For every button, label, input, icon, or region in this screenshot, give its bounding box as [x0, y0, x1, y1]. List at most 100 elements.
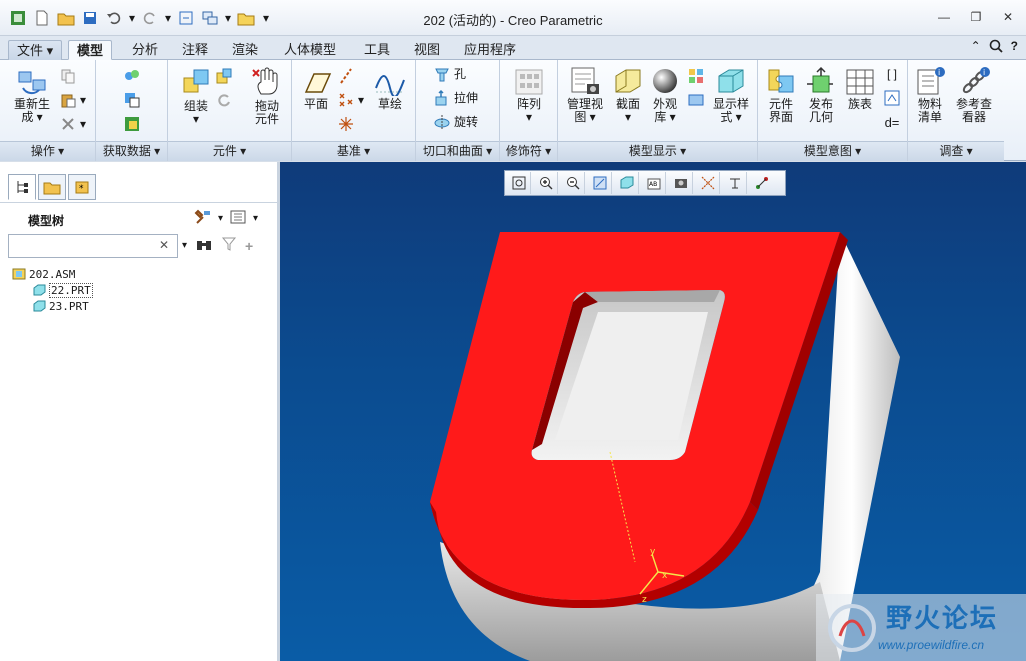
- tree-search-input[interactable]: [9, 235, 149, 257]
- search-help-icon[interactable]: [989, 39, 1003, 56]
- hole-label[interactable]: 孔: [454, 64, 466, 84]
- group-label-modifiers[interactable]: 修饰符 ▾: [500, 141, 557, 161]
- scene-icon[interactable]: [686, 90, 706, 110]
- model-tree-tab-icon[interactable]: [8, 174, 36, 200]
- svg-text:x: x: [662, 571, 668, 581]
- datum-display-filters-icon[interactable]: [696, 172, 720, 194]
- clear-search-icon[interactable]: ✕: [159, 238, 169, 252]
- minimize-icon[interactable]: —: [934, 8, 954, 26]
- component-interface-button[interactable]: 元件 界面: [762, 66, 800, 124]
- display-style-cube-icon: [718, 69, 744, 93]
- favorites-tab-icon[interactable]: *: [68, 174, 96, 200]
- display-style-icon[interactable]: [615, 172, 639, 194]
- paste-dropdown-icon[interactable]: ▾: [78, 90, 88, 110]
- family-table-icon: [846, 69, 874, 95]
- filter-icon[interactable]: [221, 236, 237, 255]
- group-label-operations[interactable]: 操作 ▾: [0, 141, 95, 161]
- group-label-datum[interactable]: 基准 ▾: [292, 141, 415, 161]
- svg-text:y: y: [650, 547, 656, 557]
- tab-analysis[interactable]: 分析: [124, 40, 166, 60]
- graphics-viewport[interactable]: x z y AB 野火论坛 www.proewildfire.cn: [280, 162, 1026, 661]
- family-table-button[interactable]: 族表: [842, 68, 878, 111]
- group-label-investigate[interactable]: 调查 ▾: [908, 141, 1004, 161]
- close-icon[interactable]: ✕: [998, 8, 1018, 26]
- show-dropdown-icon[interactable]: ▾: [253, 213, 258, 224]
- delete-dropdown-icon[interactable]: ▾: [78, 114, 88, 134]
- tab-file[interactable]: 文件 ▾: [8, 40, 63, 60]
- plane-button[interactable]: 平面: [296, 68, 336, 111]
- group-label-component[interactable]: 元件 ▾: [168, 141, 291, 161]
- tree-item-part[interactable]: 23.PRT: [12, 298, 93, 314]
- display-style-button[interactable]: 显示样式 ▾: [708, 66, 754, 124]
- paste-icon[interactable]: [58, 90, 78, 110]
- model-3d-view[interactable]: x z y: [280, 162, 1026, 661]
- delete-icon[interactable]: [58, 114, 78, 134]
- datum-point-icon[interactable]: [336, 90, 356, 110]
- tab-render[interactable]: 渲染: [224, 40, 266, 60]
- datum-axis-icon[interactable]: [336, 66, 356, 86]
- binoculars-search-icon[interactable]: [195, 236, 213, 255]
- section-button[interactable]: 截面 ▾: [608, 66, 648, 124]
- saved-orientations-icon[interactable]: AB: [642, 172, 666, 194]
- spin-center-icon[interactable]: [723, 172, 747, 194]
- tab-model[interactable]: 模型: [68, 40, 113, 60]
- add-icon[interactable]: +: [245, 238, 253, 254]
- appearance-sphere-icon: [653, 69, 677, 93]
- coordinate-system-icon[interactable]: [336, 114, 356, 134]
- relations-icon[interactable]: [ ]: [882, 64, 902, 84]
- copy-geometry-icon[interactable]: [122, 90, 142, 110]
- collapse-ribbon-icon[interactable]: ⌃: [971, 39, 981, 56]
- group-label-model-intent[interactable]: 模型意图 ▾: [758, 141, 907, 161]
- sketch-button[interactable]: 草绘: [370, 68, 410, 111]
- group-label-cut-surface[interactable]: 切口和曲面 ▾: [416, 141, 499, 161]
- group-cut-surface: 孔 拉伸 旋转 切口和曲面 ▾: [416, 60, 500, 161]
- revolve-icon[interactable]: [432, 112, 452, 132]
- tab-apps[interactable]: 应用程序: [456, 40, 524, 60]
- manage-views-button[interactable]: 管理视图 ▾: [562, 66, 608, 124]
- tree-item-asm[interactable]: 202.ASM: [12, 266, 93, 282]
- search-dropdown-icon[interactable]: ▾: [182, 240, 187, 251]
- publish-geometry-button[interactable]: 发布 几何: [802, 66, 840, 124]
- restore-icon[interactable]: ❐: [966, 8, 986, 26]
- repeat-icon[interactable]: [214, 90, 234, 110]
- tree-settings-icon[interactable]: [194, 209, 212, 228]
- pattern-button[interactable]: 阵列 ▾: [508, 68, 550, 124]
- switch-dimensions-icon[interactable]: d=: [882, 112, 902, 132]
- user-defined-feature-icon[interactable]: [122, 66, 142, 86]
- extrude-icon[interactable]: [432, 88, 452, 108]
- show-columns-icon[interactable]: [229, 209, 247, 228]
- zoom-in-icon[interactable]: [534, 172, 558, 194]
- tab-annotate[interactable]: 注释: [174, 40, 216, 60]
- appearance-gallery-button[interactable]: 外观库 ▾: [646, 66, 684, 124]
- group-label-get-data[interactable]: 获取数据 ▾: [96, 141, 167, 161]
- tree-item-part[interactable]: 22.PRT: [12, 282, 93, 298]
- view-manager-icon[interactable]: [669, 172, 693, 194]
- parameters-icon[interactable]: [882, 88, 902, 108]
- folder-browser-tab-icon[interactable]: [38, 174, 66, 200]
- drag-components-button[interactable]: 拖动 元件: [246, 66, 288, 126]
- tab-view[interactable]: 视图: [406, 40, 448, 60]
- group-label-model-display[interactable]: 模型显示 ▾: [558, 141, 757, 161]
- reference-viewer-button[interactable]: i 参考查 看器: [952, 66, 996, 124]
- hole-icon[interactable]: [432, 64, 452, 84]
- tree-settings-dropdown-icon[interactable]: ▾: [218, 213, 223, 224]
- revolve-label[interactable]: 旋转: [454, 112, 478, 132]
- copy-icon[interactable]: [58, 66, 78, 86]
- zoom-out-icon[interactable]: [561, 172, 585, 194]
- appearance-small-icon[interactable]: [686, 66, 706, 86]
- shrinkwrap-icon[interactable]: [122, 114, 142, 134]
- ribbon-tabs: 文件 ▾ 模型 分析 注释 渲染 人体模型 工具 视图 应用程序 ⌃ ?: [0, 36, 1026, 60]
- regenerate-button[interactable]: 重新生成 ▾: [10, 66, 54, 124]
- help-icon[interactable]: ?: [1011, 39, 1018, 56]
- tab-tools[interactable]: 工具: [356, 40, 398, 60]
- refit-icon[interactable]: [507, 172, 531, 194]
- tab-manikin[interactable]: 人体模型: [276, 40, 344, 60]
- create-component-icon[interactable]: [214, 66, 234, 86]
- group-investigate: i 物料 清单 i 参考查 看器 调查 ▾: [908, 60, 1004, 161]
- assemble-button[interactable]: 组装 ▾: [174, 66, 218, 126]
- bom-button[interactable]: i 物料 清单: [910, 66, 950, 124]
- datum-point-dropdown-icon[interactable]: ▾: [356, 90, 366, 110]
- annotation-display-icon[interactable]: [750, 172, 774, 194]
- extrude-label[interactable]: 拉伸: [454, 88, 478, 108]
- repaint-icon[interactable]: [588, 172, 612, 194]
